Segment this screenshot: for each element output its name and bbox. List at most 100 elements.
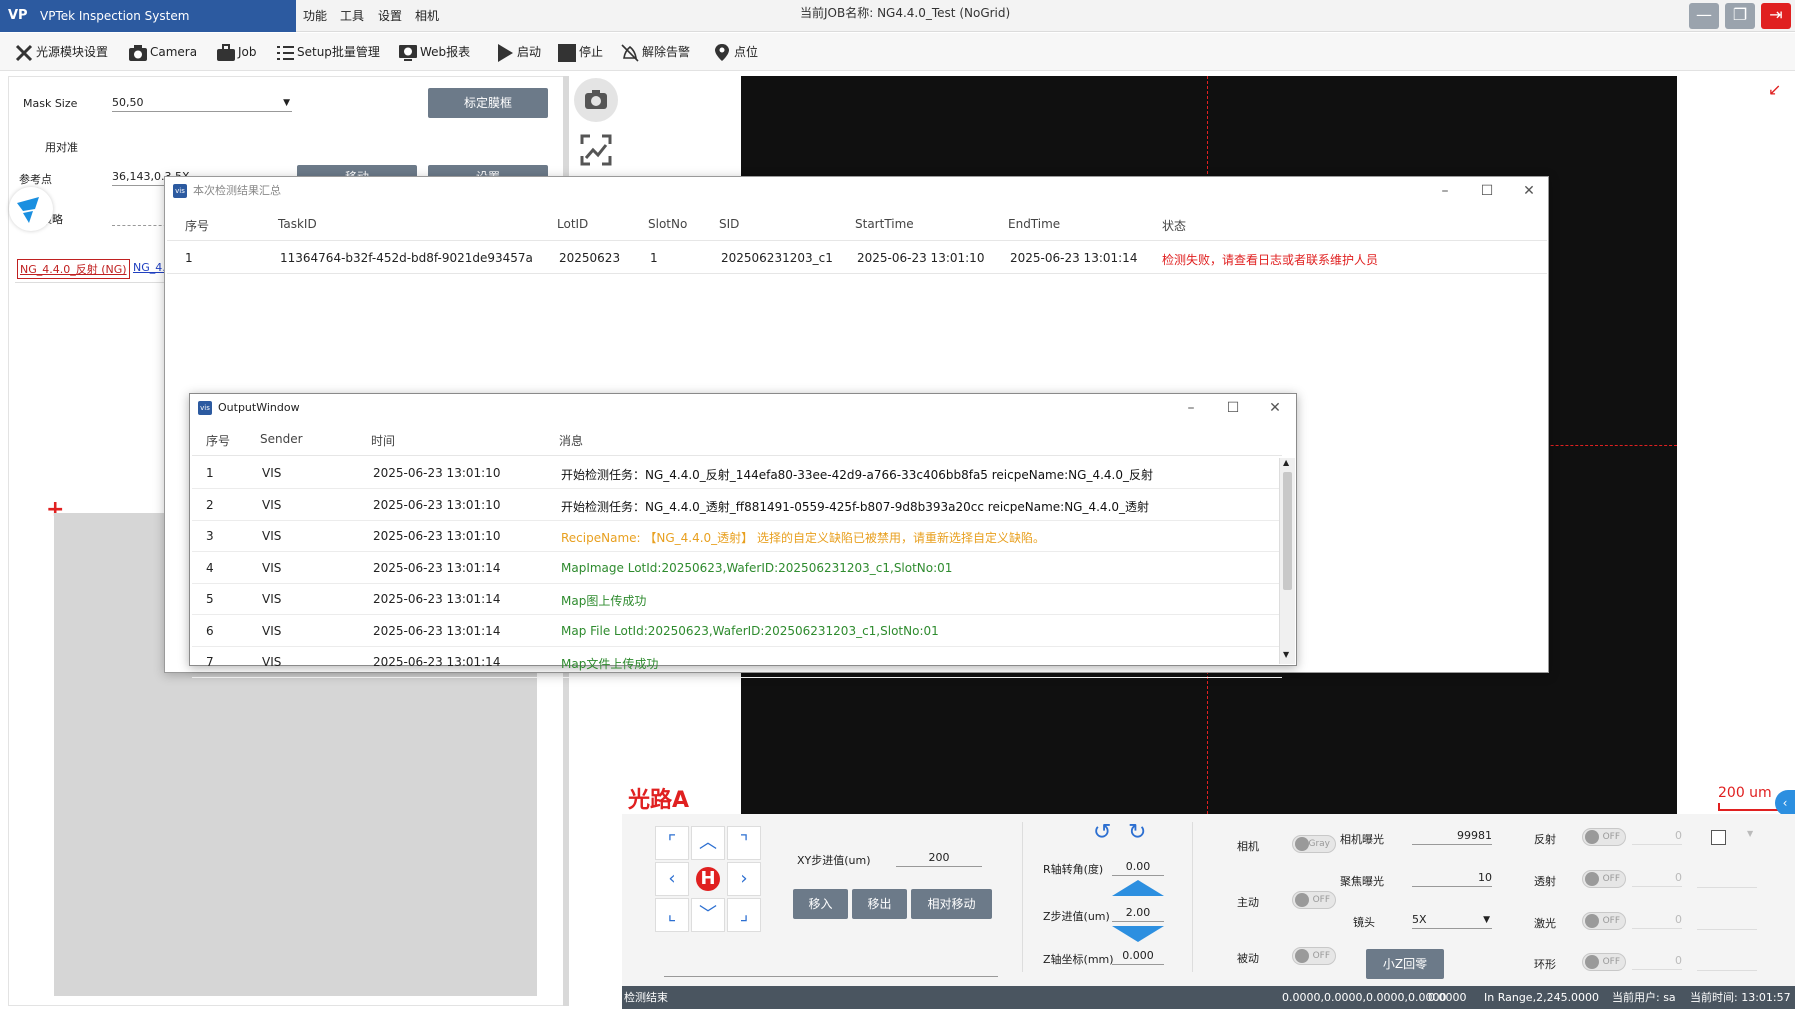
- reflect-value[interactable]: 0: [1632, 827, 1682, 845]
- move-down-left-button[interactable]: ⌞: [655, 898, 689, 932]
- close-button[interactable]: ✕: [1508, 177, 1550, 205]
- scale-label: 200 um: [1718, 785, 1772, 801]
- laser-dropdown[interactable]: [1697, 929, 1757, 930]
- table-row[interactable]: 6 VIS 2025-06-23 13:01:14 Map File LotId:20…: [192, 616, 1282, 647]
- divider: [1022, 822, 1023, 972]
- z-coord-value: 0.000: [1112, 947, 1164, 965]
- table-row[interactable]: 5 VIS 2025-06-23 13:01:14 Map图上传成功: [192, 584, 1282, 615]
- status-user: 当前用户: sa: [1612, 991, 1676, 1004]
- chevron-down-icon[interactable]: ▼: [1747, 829, 1753, 838]
- move-right-button[interactable]: ›: [727, 862, 761, 896]
- move-up-left-button[interactable]: ⌜: [655, 826, 689, 860]
- maximize-button[interactable]: ☐: [1212, 394, 1254, 422]
- scroll-down-icon[interactable]: ▼: [1283, 650, 1289, 659]
- lens-dropdown[interactable]: 5X ▼: [1412, 911, 1492, 929]
- table-row[interactable]: 1 VIS 2025-06-23 13:01:10 开始检测任务：NG_4.4.0_反…: [192, 458, 1282, 489]
- laser-toggle[interactable]: OFF: [1582, 912, 1626, 930]
- scale-bar: [1718, 803, 1778, 811]
- ring-value[interactable]: 0: [1632, 952, 1682, 970]
- rotate-ccw-icon[interactable]: ↺: [1093, 820, 1111, 845]
- move-down-right-button[interactable]: ⌟: [727, 898, 761, 932]
- reflect-checkbox[interactable]: [1711, 830, 1726, 845]
- menu-tools[interactable]: 工具: [340, 0, 364, 32]
- image-frame-icon: [580, 134, 612, 166]
- tools-icon: [14, 43, 34, 63]
- close-button[interactable]: ✕: [1254, 394, 1296, 422]
- table-header: 序号 TaskID LotID SlotNo SID StartTime End…: [167, 207, 1547, 241]
- title-bar: VP VPTek Inspection System 4.4.0.10047[A…: [0, 0, 1795, 55]
- light-module-button[interactable]: 光源模块设置: [14, 39, 108, 65]
- reflect-label: 反射: [1534, 833, 1556, 846]
- table-row[interactable]: 7 VIS 2025-06-23 13:01:14 Map文件上传成功: [192, 647, 1282, 678]
- focus-exposure-input[interactable]: 10: [1412, 869, 1492, 887]
- passive-toggle[interactable]: OFF: [1292, 947, 1336, 965]
- move-out-button[interactable]: 移出: [852, 889, 907, 919]
- ring-toggle[interactable]: OFF: [1582, 953, 1626, 971]
- snapshot-button[interactable]: [574, 78, 618, 122]
- col-no: 序号: [206, 434, 231, 448]
- move-left-button[interactable]: ‹: [655, 862, 689, 896]
- job-button[interactable]: Job: [216, 39, 257, 65]
- xy-step-input[interactable]: 200: [896, 849, 982, 867]
- divider: [1192, 822, 1193, 972]
- scroll-thumb[interactable]: [1283, 472, 1292, 590]
- points-button[interactable]: 点位: [712, 39, 758, 65]
- image-capture-button[interactable]: [574, 128, 618, 172]
- strategy-field[interactable]: [112, 225, 172, 226]
- move-up-right-button[interactable]: ⌝: [727, 826, 761, 860]
- table-row[interactable]: 2 VIS 2025-06-23 13:01:10 开始检测任务：NG_4.4.0_透…: [192, 490, 1282, 521]
- active-toggle[interactable]: OFF: [1292, 891, 1336, 909]
- mask-size-dropdown[interactable]: 50,50 ▼: [112, 94, 292, 112]
- menu-function[interactable]: 功能: [303, 0, 327, 32]
- move-up-button[interactable]: ︿: [691, 826, 725, 860]
- cell-time: 2025-06-23 13:01:10: [373, 466, 501, 480]
- home-button[interactable]: H: [696, 867, 720, 891]
- table-row[interactable]: 4 VIS 2025-06-23 13:01:14 MapImage LotId:20…: [192, 553, 1282, 584]
- setup-batch-button[interactable]: Setup批量管理: [275, 39, 380, 65]
- cell-msg: 开始检测任务：NG_4.4.0_透射_ff881491-0559-425f-b8…: [561, 499, 1150, 514]
- relative-move-button[interactable]: 相对移动: [911, 889, 992, 919]
- maximize-button[interactable]: ☐: [1466, 177, 1508, 205]
- camera-button[interactable]: Camera: [128, 39, 197, 65]
- rotate-cw-icon[interactable]: ↻: [1128, 820, 1146, 845]
- side-expand-button[interactable]: ‹: [1775, 790, 1795, 816]
- table-row[interactable]: 1 11364764-b32f-452d-bd8f-9021de93457a 2…: [167, 242, 1547, 274]
- laser-value[interactable]: 0: [1632, 911, 1682, 929]
- z-down-arrow-icon[interactable]: [1112, 926, 1164, 942]
- table-row[interactable]: 3 VIS 2025-06-23 13:01:10 RecipeName: 【NG_4…: [192, 521, 1282, 552]
- small-z-home-button[interactable]: 小Z回零: [1366, 949, 1444, 979]
- ring-dropdown[interactable]: [1697, 970, 1757, 971]
- menu-camera[interactable]: 相机: [415, 0, 439, 32]
- z-up-arrow-icon[interactable]: [1112, 880, 1164, 896]
- move-down-button[interactable]: ﹀: [691, 898, 725, 932]
- minimize-icon: –: [1441, 183, 1449, 199]
- transmit-value[interactable]: 0: [1632, 869, 1682, 887]
- camera-gray-toggle[interactable]: Gray: [1292, 835, 1336, 853]
- command-input[interactable]: [664, 976, 998, 977]
- web-report-button[interactable]: Web报表: [398, 39, 470, 65]
- recipe-tag-reflect[interactable]: NG_4.4.0_反射 (NG): [17, 259, 130, 279]
- scroll-up-icon[interactable]: ▲: [1283, 458, 1289, 467]
- restore-button[interactable]: ❐: [1725, 3, 1755, 29]
- xy-step-label: XY步进值(um): [797, 854, 871, 867]
- exposure-input[interactable]: 99981: [1412, 827, 1492, 845]
- app-logo: VP: [8, 8, 28, 23]
- collapse-icon[interactable]: ↙: [1768, 80, 1781, 99]
- minimize-button[interactable]: –: [1170, 394, 1212, 422]
- transmit-toggle[interactable]: OFF: [1582, 870, 1626, 888]
- corner-down-right-icon: ⌟: [739, 904, 749, 925]
- start-button[interactable]: 启动: [495, 39, 541, 65]
- minimize-button[interactable]: —: [1689, 3, 1719, 29]
- transmit-dropdown[interactable]: [1697, 887, 1757, 888]
- reflect-toggle[interactable]: OFF: [1582, 828, 1626, 846]
- z-step-input[interactable]: 2.00: [1112, 904, 1164, 922]
- clear-alarm-button[interactable]: 解除告警: [620, 39, 690, 65]
- exit-button[interactable]: ⇥: [1761, 3, 1791, 29]
- calib-frame-button[interactable]: 标定膜框: [428, 88, 548, 118]
- minimize-button[interactable]: –: [1424, 177, 1466, 205]
- r-angle-input[interactable]: 0.00: [1112, 858, 1164, 876]
- vertical-scrollbar[interactable]: ▲ ▼: [1279, 458, 1295, 664]
- menu-settings[interactable]: 设置: [378, 0, 402, 32]
- stop-button[interactable]: 停止: [557, 39, 603, 65]
- move-in-button[interactable]: 移入: [793, 889, 848, 919]
